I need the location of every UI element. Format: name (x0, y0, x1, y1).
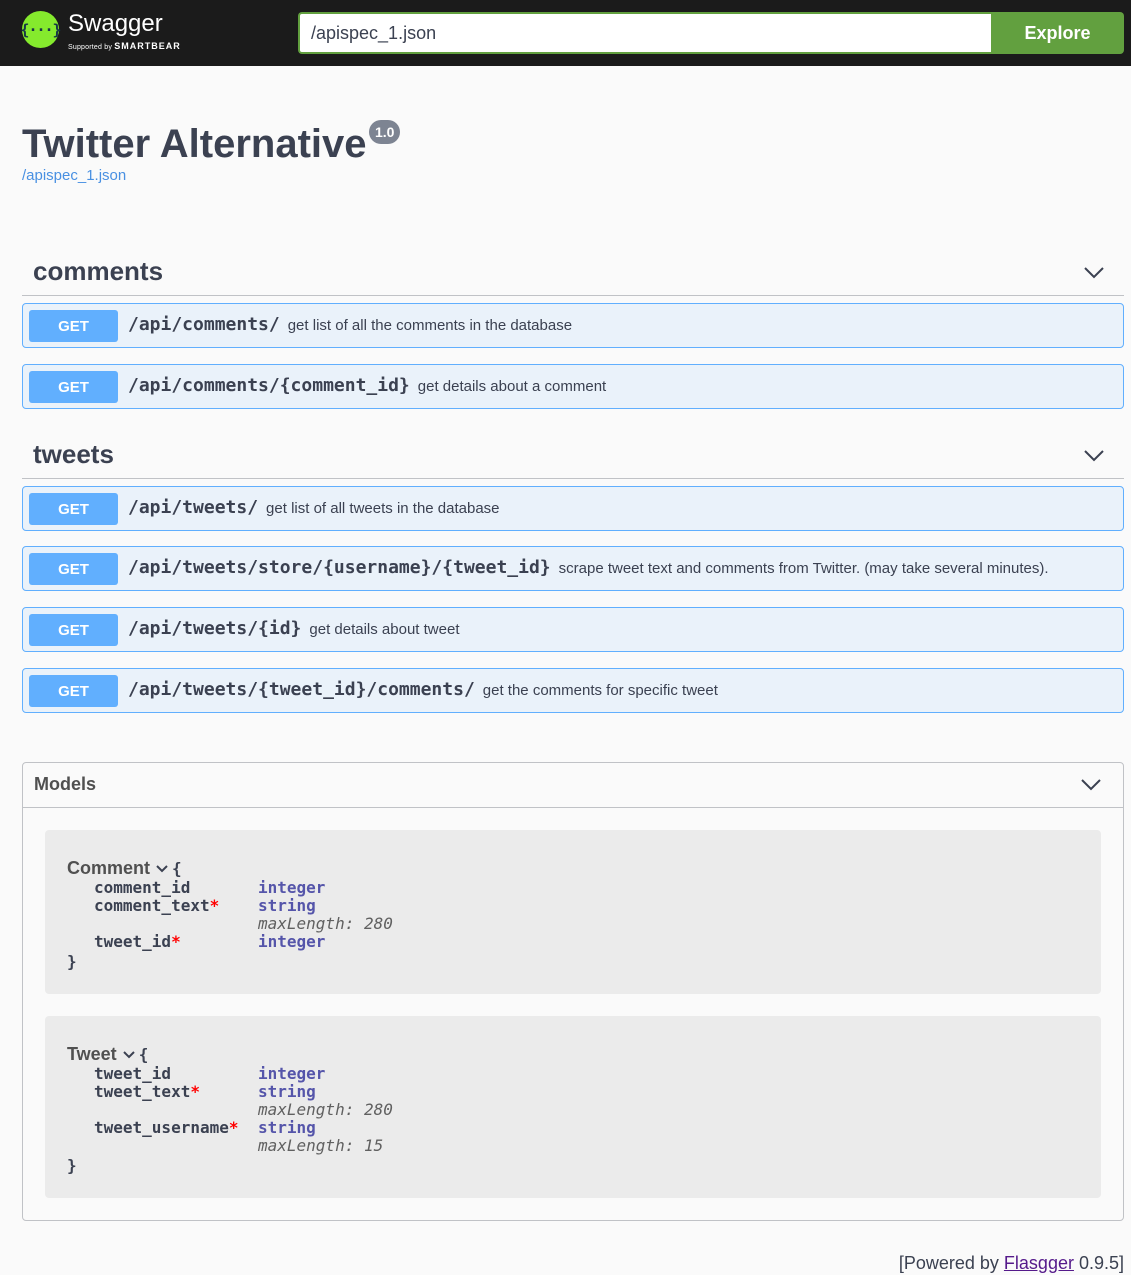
path-text: /api/comments/ (128, 314, 280, 335)
method-badge: GET (29, 493, 118, 525)
model-name: Comment (67, 858, 151, 878)
logo-sub: Supported by SMARTBEAR (68, 41, 181, 51)
property-type: string (258, 1118, 316, 1137)
footer: [Powered by Flasgger 0.9.5] (899, 1253, 1124, 1274)
property-type: string (258, 896, 316, 915)
topbar: {···} Swagger Supported by SMARTBEAR Exp… (0, 0, 1131, 66)
property-name: tweet_text* (94, 1082, 200, 1101)
property-name: tweet_id (94, 1064, 171, 1083)
operation-path: /api/tweets/{id} get details about tweet (128, 618, 460, 639)
prop-name-text: tweet_id (94, 932, 172, 951)
models-title: Models (34, 774, 97, 794)
chevron-down-icon[interactable] (1084, 450, 1104, 462)
path-text: /api/comments/{comment_id} (128, 375, 410, 396)
operation-row[interactable]: GET /api/comments/get list of all the co… (22, 303, 1124, 348)
swagger-logo-icon: {···} (20, 11, 62, 48)
logo-name: Swagger (68, 10, 163, 37)
method-badge: GET (29, 675, 118, 707)
chevron-down-icon[interactable] (156, 865, 168, 873)
chevron-down-icon[interactable] (1084, 267, 1104, 279)
tag-title: comments (33, 256, 164, 286)
operation-row[interactable]: GET /api/tweets/{id} get details about tw… (22, 607, 1124, 652)
method-badge: GET (29, 310, 118, 342)
property-type: integer (258, 878, 326, 897)
model-title[interactable]: Comment { (67, 858, 182, 879)
prop-name-text: comment_id (94, 878, 191, 897)
required-marker: * (209, 896, 220, 915)
required-marker: * (228, 1118, 239, 1137)
operation-summary: get details about tweet (309, 621, 460, 638)
explore-button[interactable]: Explore (991, 12, 1124, 54)
chevron-down-icon[interactable] (122, 1051, 135, 1059)
operation-path: /api/tweets/get list of all tweets in th… (128, 497, 500, 518)
operation-path: /api/comments/{comment_id} get details ab… (128, 375, 606, 396)
operation-summary: get details about a comment (417, 378, 607, 395)
logo-sub-prefix: Supported by (68, 44, 113, 51)
method-badge: GET (29, 614, 118, 646)
method-badge: GET (29, 553, 118, 585)
footer-suffix: 0.9.5] (1073, 1253, 1124, 1273)
path-text: /api/tweets/ (128, 497, 259, 518)
chevron-down-icon[interactable] (1081, 779, 1101, 791)
operation-summary: get list of all tweets in the database (266, 500, 500, 517)
close-brace: } (67, 1156, 77, 1175)
operation-row[interactable]: GET /api/tweets/store/{username}/{tweet_… (22, 546, 1124, 591)
property-name: tweet_username* (94, 1118, 239, 1137)
operation-summary: get the comments for specific tweet (482, 682, 718, 699)
logo-text: Swagger Supported by SMARTBEAR (68, 10, 181, 52)
property-constraint: maxLength: 280 (258, 1100, 393, 1119)
property-type: integer (258, 1064, 326, 1083)
models-header[interactable]: Models (23, 763, 1123, 808)
operation-path: /api/comments/get list of all the commen… (128, 314, 572, 335)
path-text: /api/tweets/{id} (128, 618, 302, 639)
property-type: string (258, 1082, 316, 1101)
path-text: /api/tweets/store/{username}/{tweet_id} (128, 557, 551, 578)
property-name: tweet_id* (94, 932, 181, 951)
footer-prefix: [Powered by (898, 1253, 1004, 1273)
model-tweet: Tweet{ tweet_id integer tweet_text* stri… (45, 1016, 1101, 1198)
flasgger-link[interactable]: Flasgger (1004, 1253, 1074, 1273)
model-name: Tweet (67, 1044, 117, 1064)
logo-sub-brand: SMARTBEAR (114, 41, 181, 51)
operation-path: /api/tweets/store/{username}/{tweet_id} s… (128, 557, 1049, 578)
property-name: comment_text* (94, 896, 219, 915)
operation-row[interactable]: GET /api/comments/{comment_id} get detail… (22, 364, 1124, 409)
path-text: /api/tweets/{tweet_id}/comments/ (128, 679, 475, 700)
model-comment: Comment { comment_id integer comment_text… (45, 830, 1101, 994)
tag-title: tweets (33, 439, 114, 469)
models-section: Models Comment { comment_id integer comme… (22, 762, 1124, 1221)
page-title: Twitter Alternative (22, 122, 367, 166)
operation-path: /api/tweets/{tweet_id}/comments/get the … (128, 679, 718, 700)
open-brace: { (138, 1045, 149, 1064)
method-badge: GET (29, 371, 118, 403)
prop-name-text: tweet_username (94, 1118, 229, 1137)
operation-row[interactable]: GET /api/tweets/get list of all tweets i… (22, 486, 1124, 531)
spec-url-input[interactable] (298, 12, 992, 54)
required-marker: * (190, 1082, 200, 1101)
property-type: integer (258, 932, 326, 951)
prop-name-text: tweet_text (94, 1082, 191, 1101)
close-brace: } (67, 952, 77, 971)
prop-name-text: tweet_id (94, 1064, 172, 1083)
required-marker: * (171, 932, 181, 951)
operation-summary: get list of all the comments in the data… (287, 317, 573, 334)
tag-tweets[interactable]: tweets (22, 428, 1124, 479)
version-badge: 1.0 (369, 120, 401, 144)
swagger-logo[interactable]: {···} Swagger Supported by SMARTBEAR (20, 10, 181, 52)
property-constraint: maxLength: 15 (258, 1136, 384, 1155)
prop-name-text: comment_text (94, 896, 210, 915)
model-title[interactable]: Tweet { (67, 1044, 148, 1065)
operation-summary: scrape tweet text and comments from Twit… (558, 560, 1049, 577)
spec-link[interactable]: /apispec_1.json (22, 167, 126, 184)
property-name: comment_id (94, 878, 190, 897)
operation-row[interactable]: GET /api/tweets/{tweet_id}/comments/get … (22, 668, 1124, 713)
tag-comments[interactable]: comments (22, 245, 1124, 296)
open-brace: { (172, 859, 182, 878)
property-constraint: maxLength: 280 (258, 914, 393, 933)
